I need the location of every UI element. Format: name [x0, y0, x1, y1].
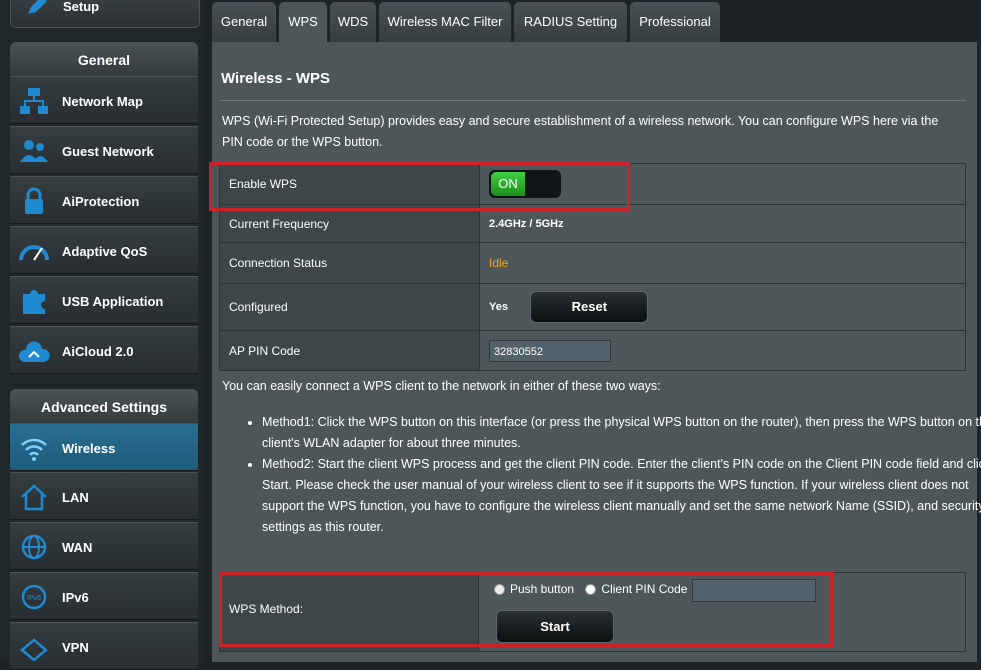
- vpn-icon: [20, 638, 48, 662]
- nav-label: Adaptive QoS: [62, 244, 148, 259]
- cloud-home-icon: [18, 341, 50, 362]
- tab-general[interactable]: General: [212, 2, 276, 42]
- nav-adaptive-qos[interactable]: Adaptive QoS: [10, 226, 198, 274]
- tab-wds[interactable]: WDS: [330, 2, 376, 42]
- row-ap-pin-code: AP PIN Code 32830552: [219, 330, 966, 371]
- configured-value: Yes: [489, 301, 508, 314]
- content-panel: Wireless - WPS WPS (Wi-Fi Protected Setu…: [212, 42, 981, 662]
- status-label: Connection Status: [219, 242, 480, 284]
- nav-aiprotection[interactable]: AiProtection: [10, 176, 198, 224]
- svg-text:IPv6: IPv6: [27, 595, 41, 602]
- page-title: Wireless - WPS: [221, 70, 331, 87]
- setup-menu-item[interactable]: Setup: [10, 0, 200, 28]
- lock-icon: [25, 187, 43, 214]
- ap-pin-field[interactable]: 32830552: [489, 339, 611, 362]
- nav-label: AiCloud 2.0: [62, 344, 134, 359]
- tab-professional[interactable]: Professional: [630, 2, 720, 42]
- connect-info: You can easily connect a WPS client to t…: [222, 379, 661, 393]
- nav-ipv6[interactable]: IPv6 IPv6: [10, 572, 198, 620]
- nav-label: Network Map: [62, 94, 143, 109]
- nav-label: AiProtection: [62, 194, 140, 209]
- ap-pin-label: AP PIN Code: [219, 330, 480, 371]
- tab-wps[interactable]: WPS: [279, 2, 327, 42]
- method-2: Method2: Start the client WPS process an…: [262, 454, 981, 538]
- highlight-enable-wps: [209, 162, 630, 211]
- home-icon: [21, 484, 47, 511]
- title-divider: [221, 100, 966, 101]
- nav-usb-application[interactable]: USB Application: [10, 276, 198, 324]
- tab-radius-setting[interactable]: RADIUS Setting: [514, 2, 627, 42]
- nav-label: Guest Network: [62, 144, 154, 159]
- wifi-icon: [21, 438, 47, 461]
- row-configured: Configured Yes Reset: [219, 283, 966, 331]
- nav-label: Wireless: [62, 441, 116, 456]
- methods-list: Method1: Click the WPS button on this in…: [222, 412, 981, 538]
- general-header: General: [10, 42, 198, 76]
- pencil-icon: [28, 0, 47, 14]
- globe-icon: [21, 534, 47, 560]
- puzzle-icon: [23, 290, 45, 314]
- configured-label: Configured: [219, 283, 480, 331]
- nav-wireless[interactable]: Wireless: [10, 423, 198, 471]
- gauge-icon: [19, 245, 49, 261]
- nav-label: LAN: [62, 490, 89, 505]
- status-value: Idle: [479, 242, 966, 284]
- nav-network-map[interactable]: Network Map: [10, 76, 198, 124]
- highlight-wps-method: [219, 572, 833, 647]
- row-connection-status: Connection Status Idle: [219, 242, 966, 284]
- page-description: WPS (Wi-Fi Protected Setup) provides eas…: [222, 114, 939, 149]
- nav-label: IPv6: [62, 590, 89, 605]
- nav-lan[interactable]: LAN: [10, 472, 198, 520]
- guest-network-icon: [20, 140, 48, 162]
- tab-wireless-mac-filter[interactable]: Wireless MAC Filter: [379, 2, 511, 42]
- setup-label: Setup: [63, 0, 100, 14]
- ipv6-globe-icon: IPv6: [21, 584, 47, 610]
- method-1: Method1: Click the WPS button on this in…: [262, 412, 981, 454]
- nav-label: WAN: [62, 540, 93, 555]
- nav-guest-network[interactable]: Guest Network: [10, 126, 198, 174]
- nav-label: USB Application: [62, 294, 164, 309]
- advanced-settings-header: Advanced Settings: [10, 389, 198, 423]
- nav-aicloud[interactable]: AiCloud 2.0: [10, 326, 198, 374]
- reset-button[interactable]: Reset: [530, 291, 649, 323]
- nav-vpn[interactable]: VPN: [10, 622, 198, 670]
- nav-label: VPN: [62, 640, 89, 655]
- nav-wan[interactable]: WAN: [10, 522, 198, 570]
- network-map-icon: [20, 88, 48, 114]
- sidebar: Setup General Network Map Guest Network …: [0, 0, 205, 670]
